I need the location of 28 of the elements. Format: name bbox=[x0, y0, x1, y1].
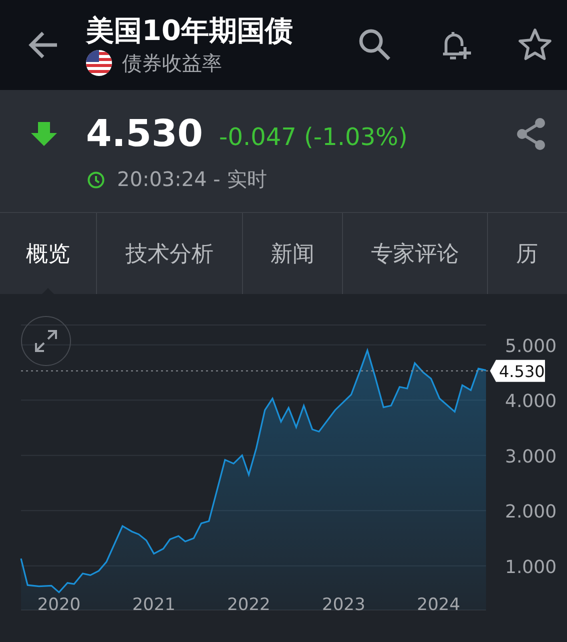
page-title: 美国10年期国债 bbox=[86, 14, 294, 48]
subtitle: 债券收益率 bbox=[122, 50, 222, 76]
search-icon bbox=[357, 27, 393, 63]
expand-button[interactable] bbox=[21, 316, 71, 366]
price-tag: 4.530 bbox=[490, 360, 545, 382]
axis-label: 4.000 bbox=[505, 391, 557, 412]
favorite-button[interactable] bbox=[517, 27, 553, 63]
axis-label: 2024 bbox=[416, 595, 460, 615]
price-value: 4.530 bbox=[86, 112, 204, 156]
clock-icon bbox=[87, 170, 105, 188]
ref-line-label: 4.530 bbox=[499, 362, 545, 381]
axis-label: 2020 bbox=[37, 595, 81, 615]
axis-label: 2022 bbox=[227, 595, 270, 615]
star-icon bbox=[517, 27, 553, 63]
search-button[interactable] bbox=[357, 27, 393, 63]
axis-label: 5.000 bbox=[505, 336, 557, 357]
price-change: -0.047 (-1.03%) bbox=[219, 123, 408, 151]
expand-icon bbox=[34, 329, 58, 353]
update-time: 20:03:24 - 实时 bbox=[117, 166, 267, 193]
share-button[interactable] bbox=[515, 117, 547, 151]
axis-label: 2.000 bbox=[505, 502, 557, 523]
axis-label: 1.000 bbox=[505, 556, 557, 578]
tab[interactable]: 历 bbox=[488, 213, 567, 294]
flag-icon bbox=[86, 50, 112, 76]
share-icon bbox=[515, 117, 547, 151]
axis-label: 3.000 bbox=[505, 446, 557, 468]
axis-label: 2021 bbox=[132, 595, 176, 615]
axis-label: 2023 bbox=[322, 595, 366, 615]
